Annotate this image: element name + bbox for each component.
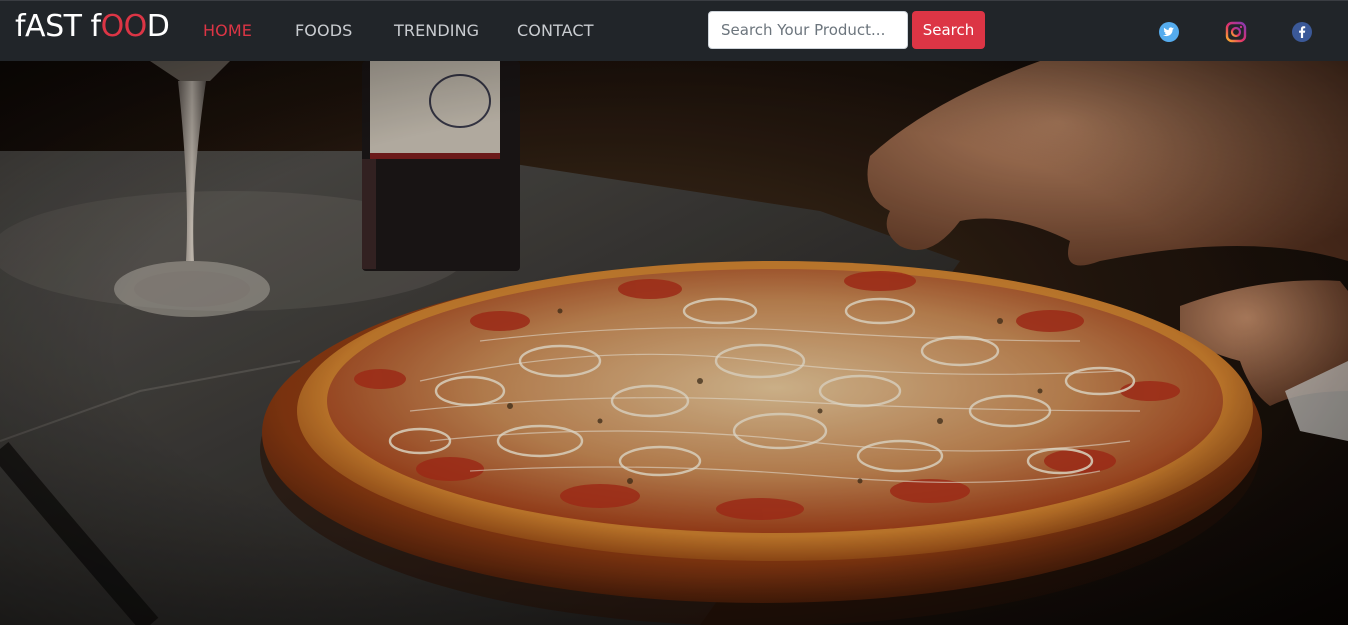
nav-trending[interactable]: TRENDING [394,21,479,41]
brand-text-1: fAST f [15,9,101,44]
twitter-icon[interactable] [1158,21,1180,43]
navbar: fAST fOOD HOME FOODS TRENDING CONTACT Se… [0,0,1348,61]
pizza-hero-image [0,61,1348,625]
instagram-icon[interactable] [1225,21,1247,43]
brand-logo[interactable]: fAST fOOD [15,9,170,44]
nav-home[interactable]: HOME [203,21,252,41]
search-input[interactable] [708,11,908,49]
brand-text-accent: OO [100,9,148,44]
nav-foods[interactable]: FOODS [295,21,352,41]
facebook-icon[interactable] [1291,21,1313,43]
nav-contact[interactable]: CONTACT [517,21,594,41]
hero-banner [0,61,1348,625]
brand-text-3: D [146,9,170,44]
search-button[interactable]: Search [912,11,985,49]
